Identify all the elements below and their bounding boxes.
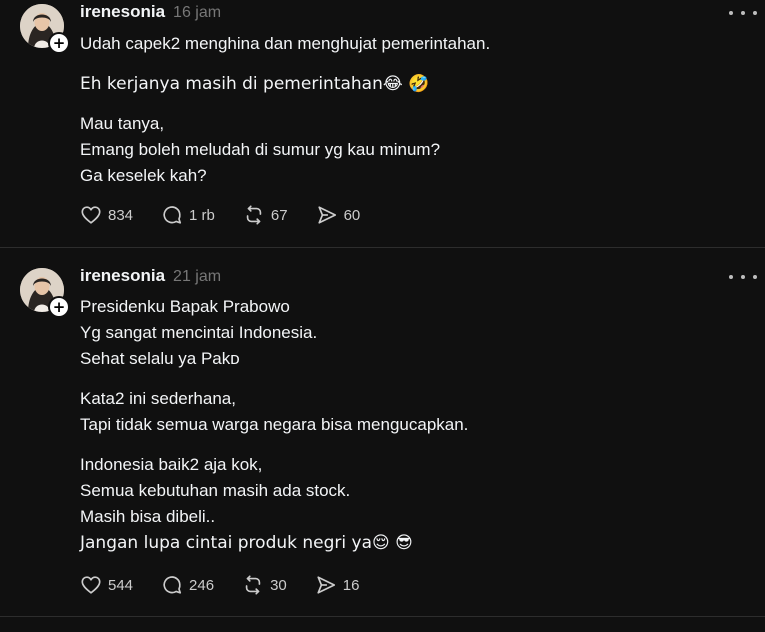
- post-body: Presidenku Bapak Prabowo Yg sangat menci…: [80, 294, 468, 570]
- comment-icon: [163, 206, 182, 224]
- post-paragraph: Eh kerjanya masih di pemerintahan😂 🤣: [80, 71, 490, 97]
- post-text-line: Semua kebutuhan masih ada stock.: [80, 481, 351, 500]
- like-count: 834: [108, 206, 134, 224]
- repost-icon: [246, 205, 262, 225]
- post-time[interactable]: 21 jam: [173, 268, 221, 286]
- post-text-line: Kata2 ini sederhana,: [80, 389, 236, 408]
- post-paragraph: Mau tanya, Emang boleh meludah di sumur …: [80, 111, 490, 189]
- post-text-line: Eh kerjanya masih di pemerintahan😂 🤣: [80, 74, 430, 94]
- send-icon: [317, 206, 336, 224]
- post-text-line: Tapi tidak semua warga negara bisa mengu…: [80, 415, 469, 434]
- repost-count: 67: [270, 206, 288, 224]
- post-time[interactable]: 16 jam: [173, 4, 221, 22]
- post-text-line: Presidenku Bapak Prabowo: [80, 297, 290, 316]
- post-header: irenesonia 21 jam: [80, 266, 221, 290]
- post-divider: [0, 616, 765, 617]
- post-body: Udah capek2 menghina dan menghujat pemer…: [80, 31, 490, 203]
- post-text-line: Jangan lupa cintai produk negri ya😌 😎: [80, 533, 413, 553]
- post-actions: 834 1 rb 67 60: [80, 203, 388, 227]
- comment-icon: [163, 576, 182, 594]
- more-dots-icon[interactable]: [729, 5, 757, 21]
- post-text-line: Indonesia baik2 aja kok,: [80, 455, 263, 474]
- post-paragraph: Indonesia baik2 aja kok, Semua kebutuhan…: [80, 452, 468, 556]
- reply-count: 246: [189, 576, 215, 594]
- repost-button[interactable]: 30: [242, 574, 287, 596]
- more-dots-icon[interactable]: [729, 269, 757, 285]
- repost-count: 30: [270, 576, 287, 594]
- username[interactable]: irenesonia: [80, 2, 165, 22]
- reply-button[interactable]: 246: [161, 574, 214, 596]
- follow-plus-icon[interactable]: +: [48, 296, 70, 318]
- post-text-line: Sehat selalu ya Pakᴅ: [80, 349, 240, 368]
- share-button[interactable]: 60: [316, 204, 361, 226]
- share-button[interactable]: 16: [315, 574, 360, 596]
- share-count: 16: [342, 576, 360, 594]
- share-count: 60: [343, 206, 361, 224]
- repost-button[interactable]: 67: [243, 204, 288, 226]
- post[interactable]: + irenesonia 16 jam Udah capek2 menghina…: [0, 0, 765, 247]
- post-text-line: Udah capek2 menghina dan menghujat pemer…: [80, 34, 491, 53]
- post-paragraph: Presidenku Bapak Prabowo Yg sangat menci…: [80, 294, 468, 372]
- post-paragraph: Kata2 ini sederhana, Tapi tidak semua wa…: [80, 386, 468, 438]
- heart-icon: [81, 206, 101, 224]
- heart-icon: [81, 576, 101, 594]
- like-button[interactable]: 834: [80, 204, 133, 226]
- post-text-line: Yg sangat mencintai Indonesia.: [80, 323, 318, 342]
- post-text-line: Ga keselek kah?: [80, 166, 207, 185]
- reply-button[interactable]: 1 rb: [161, 204, 215, 226]
- avatar[interactable]: +: [20, 4, 70, 54]
- post-header: irenesonia 16 jam: [80, 2, 221, 26]
- username[interactable]: irenesonia: [80, 266, 165, 286]
- post-text-line: Emang boleh meludah di sumur yg kau minu…: [80, 140, 441, 159]
- send-icon: [317, 576, 335, 594]
- reply-count: 1 rb: [189, 206, 215, 224]
- post[interactable]: + irenesonia 21 jam Presidenku Bapak Pra…: [0, 248, 765, 616]
- like-count: 544: [108, 576, 134, 594]
- post-text-line: Mau tanya,: [80, 114, 165, 133]
- post-paragraph: Udah capek2 menghina dan menghujat pemer…: [80, 31, 490, 57]
- repost-icon: [245, 575, 261, 595]
- post-text-line: Masih bisa dibeli..: [80, 507, 216, 526]
- post-actions: 544 246 30 16: [80, 573, 387, 597]
- avatar[interactable]: +: [20, 268, 70, 318]
- follow-plus-icon[interactable]: +: [48, 32, 70, 54]
- like-button[interactable]: 544: [80, 574, 133, 596]
